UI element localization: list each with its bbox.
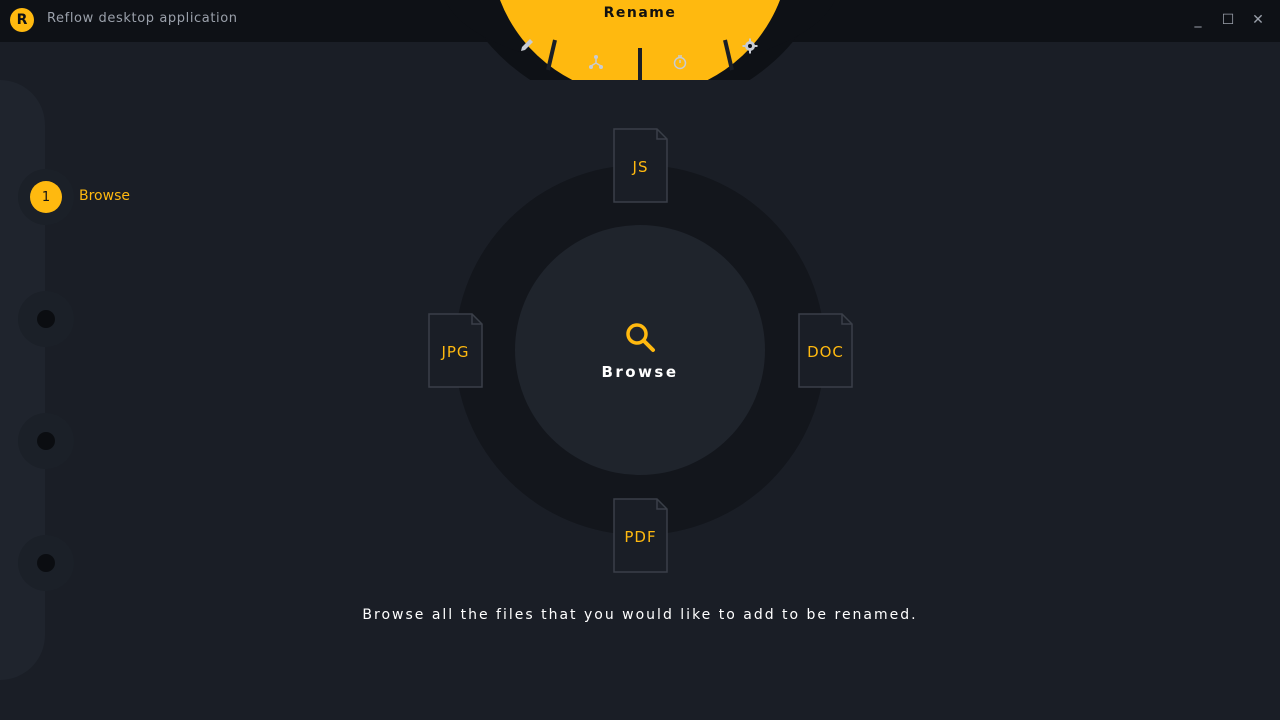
step-1-number: 1 (30, 181, 62, 213)
file-type-label: JPG (441, 343, 470, 361)
file-tile-js: JS (613, 128, 668, 203)
file-tile-jpg: JPG (428, 313, 483, 388)
step-3[interactable] (18, 413, 74, 469)
instruction-text: Browse all the files that you would like… (362, 607, 918, 623)
top-radial-menu: Rename (0, 0, 1280, 80)
search-icon[interactable] (624, 321, 656, 353)
pencil-icon[interactable] (514, 32, 540, 58)
rename-tab-label[interactable]: Rename (560, 5, 720, 21)
file-type-label: JS (632, 158, 649, 176)
network-icon[interactable] (583, 49, 609, 75)
browse-label[interactable]: Browse (560, 363, 720, 381)
step-4[interactable] (18, 535, 74, 591)
step-1-label[interactable]: Browse (79, 188, 130, 204)
stopwatch-icon[interactable] (667, 49, 693, 75)
file-type-label: DOC (807, 343, 844, 361)
gear-icon[interactable] (737, 33, 763, 59)
step-1[interactable]: 1 (18, 169, 74, 225)
file-tile-doc: DOC (798, 313, 853, 388)
file-tile-pdf: PDF (613, 498, 668, 573)
file-type-label: PDF (624, 528, 657, 546)
step-2[interactable] (18, 291, 74, 347)
